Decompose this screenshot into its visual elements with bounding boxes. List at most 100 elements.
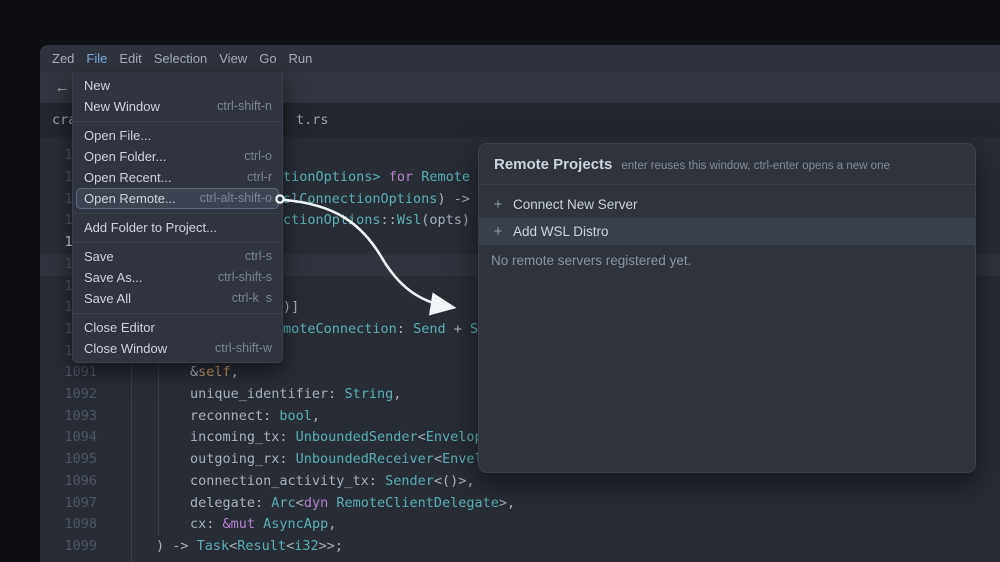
menu-item-new[interactable]: New [73,75,282,96]
line-number: 1098 [40,514,97,536]
code-token: < [418,429,426,445]
menu-item-label: Add Folder to Project... [84,217,217,238]
menu-bar: ZedFileEditSelectionViewGoRun [40,45,1000,72]
code-token: >, [499,495,515,511]
code-line: )] [283,297,299,319]
code-token: < [286,538,294,554]
code-token [413,169,421,185]
code-line: outgoing_rx: UnboundedReceiver<Envelope>… [190,449,523,471]
code-token: < [434,451,442,467]
menu-item-add-folder-to-project[interactable]: Add Folder to Project... [73,217,282,238]
code-token: connection_activity_tx: [190,473,385,489]
code-token: slConnectionOptions [283,191,437,207]
dialog-header: Remote Projects enter reuses this window… [479,144,975,185]
menu-item-label: Open Recent... [84,167,171,188]
menu-separator [73,309,282,317]
code-token: : [397,321,413,337]
menu-item-label: New Window [84,96,160,117]
code-token: :: [381,212,397,228]
menubar-item-go[interactable]: Go [253,45,282,72]
menu-item-shortcut: ctrl-s [245,246,272,267]
code-token: Wsl [397,212,421,228]
code-token: < [296,495,304,511]
file-menu: NewNew Windowctrl-shift-nOpen File...Ope… [72,72,283,363]
menu-item-shortcut: ctrl-shift-s [218,267,272,288]
code-token: unique_identifier: [190,386,344,402]
menu-item-open-recent[interactable]: Open Recent...ctrl-r [73,167,282,188]
menubar-item-file[interactable]: File [80,45,113,72]
menu-item-label: Open Folder... [84,146,166,167]
code-token: + [446,321,470,337]
code-token: self [198,364,231,380]
code-token: ) -> [437,191,470,207]
code-token: , [328,516,336,532]
menu-item-label: Save [84,246,114,267]
code-line: moteConnection: Send + S [283,319,478,341]
menu-item-label: Close Window [84,338,167,359]
breadcrumb-path-suffix: t.rs [296,103,329,137]
code-token: dyn [304,495,328,511]
code-token: outgoing_rx: [190,451,296,467]
remote-projects-dialog: Remote Projects enter reuses this window… [478,143,976,473]
code-token: Result [237,538,286,554]
menu-item-save[interactable]: Save ctrl-s [73,246,282,267]
code-line: unique_identifier: String, [190,384,401,406]
line-number: 1097 [40,493,97,515]
menubar-item-zed[interactable]: Zed [46,45,80,72]
code-token: Send [413,321,446,337]
back-arrow-icon[interactable]: ← [50,72,74,103]
dialog-action-label: Add WSL Distro [513,218,609,245]
menu-item-label: Close Editor [84,317,155,338]
code-token: for [389,169,413,185]
menubar-item-run[interactable]: Run [283,45,319,72]
menu-item-close-window[interactable]: Close Windowctrl-shift-w [73,338,282,359]
code-token: )] [283,299,299,315]
menu-item-label: Save All [84,288,131,309]
menu-item-shortcut: ctrl-k s [232,288,272,309]
code-line: cx: &mut AsyncApp, [190,514,336,536]
menu-item-close-editor[interactable]: Close Editor [73,317,282,338]
indent-guide [158,360,159,536]
dialog-hint: enter reuses this window, ctrl-enter ope… [621,160,889,172]
menu-separator [73,238,282,246]
code-token: <()>, [434,473,475,489]
code-line: delegate: Arc<dyn RemoteClientDelegate>, [190,493,515,515]
menu-item-save-all[interactable]: Save All ctrl-k s [73,288,282,309]
code-token: UnboundedSender [296,429,418,445]
dialog-title: Remote Projects [494,156,612,173]
dialog-body: +Connect New Server+Add WSL DistroNo rem… [479,185,975,268]
menu-item-new-window[interactable]: New Window ctrl-shift-n [73,96,282,117]
code-token: & [190,364,198,380]
menubar-item-view[interactable]: View [213,45,253,72]
code-token: Arc [271,495,295,511]
menu-item-open-file[interactable]: Open File... [73,125,282,146]
dialog-action-connect-new-server[interactable]: +Connect New Server [479,191,975,218]
menu-item-shortcut: ctrl-shift-n [217,96,272,117]
code-line: incoming_tx: UnboundedSender<Envelope>, [190,427,507,449]
code-token: delegate: [190,495,271,511]
line-number: 1091 [40,362,97,384]
menu-separator [73,117,282,125]
menu-item-label: Save As... [84,267,143,288]
code-token: RemoteClientDelegate [336,495,499,511]
dialog-empty-message: No remote servers registered yet. [479,253,975,268]
line-number: 1092 [40,384,97,406]
line-number: 1095 [40,449,97,471]
menubar-item-edit[interactable]: Edit [113,45,147,72]
menu-item-open-remote[interactable]: Open Remote...ctrl-alt-shift-o [76,188,279,209]
menubar-item-selection[interactable]: Selection [148,45,213,72]
code-token: cx: [190,516,223,532]
menu-item-save-as[interactable]: Save As... ctrl-shift-s [73,267,282,288]
code-token: bool [279,408,312,424]
line-number: 1096 [40,471,97,493]
code-token: Task [197,538,230,554]
code-token: moteConnection [283,321,397,337]
menu-item-open-folder[interactable]: Open Folder...ctrl-o [73,146,282,167]
code-token: UnboundedReceiver [296,451,434,467]
code-token: incoming_tx: [190,429,296,445]
dialog-action-add-wsl-distro[interactable]: +Add WSL Distro [479,218,975,245]
code-token: , [312,408,320,424]
plus-icon: + [491,191,505,218]
code-token: String [344,386,393,402]
desktop: ZedFileEditSelectionViewGoRun ← cra t.rs… [0,0,1000,562]
